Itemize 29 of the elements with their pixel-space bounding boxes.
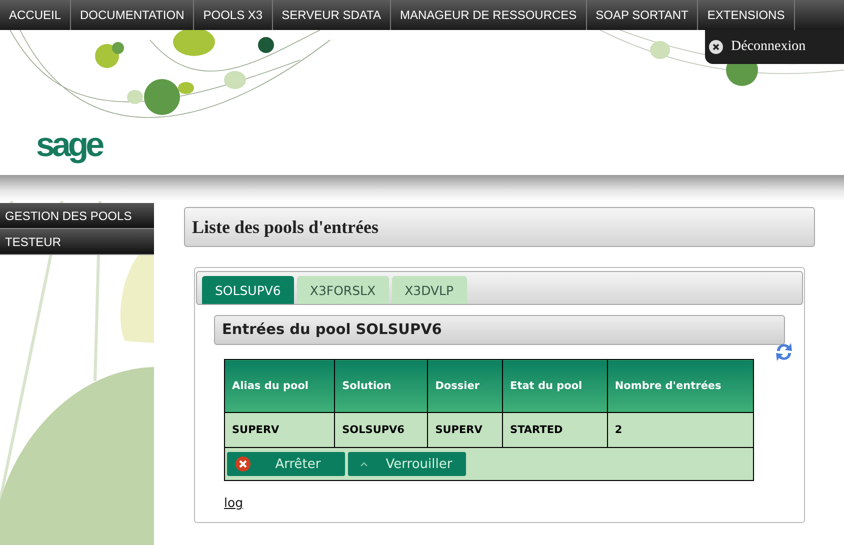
stop-button[interactable]: Arrêter — [227, 452, 345, 476]
tab[interactable]: SOLSUPV6 — [202, 276, 294, 304]
tab[interactable]: X3FORSLX — [296, 276, 389, 304]
close-icon — [709, 40, 723, 54]
column-header: Dossier — [428, 360, 503, 412]
column-header: Etat du pool — [502, 360, 608, 412]
table-cell: SOLSUPV6 — [334, 412, 428, 448]
table-cell: STARTED — [502, 412, 608, 448]
column-header: Solution — [334, 360, 428, 412]
log-link[interactable]: log — [224, 495, 244, 510]
table-cell: SUPERV — [224, 412, 335, 448]
close-icon — [235, 456, 251, 472]
logo: sage — [36, 128, 102, 162]
page-title: Liste des pools d'entrées — [184, 207, 815, 247]
nav-item[interactable]: SOAP SORTANT — [586, 0, 698, 30]
table-cell: SUPERV — [428, 412, 503, 448]
lock-button[interactable]: Verrouiller — [348, 452, 466, 476]
sidebar-item[interactable]: GESTION DES POOLS — [0, 203, 154, 229]
logout-button[interactable]: Déconnexion — [705, 30, 844, 64]
table-cell: 2 — [607, 412, 754, 448]
refresh-icon[interactable] — [774, 341, 794, 363]
column-header: Alias du pool — [224, 360, 335, 412]
nav-item[interactable]: SERVEUR SDATA — [272, 0, 391, 30]
section-title: Entrées du pool SOLSUPV6 — [214, 315, 785, 345]
tab[interactable]: X3DVLP — [392, 276, 467, 304]
column-header: Nombre d'entrées — [607, 360, 754, 412]
nav-item[interactable]: MANAGEUR DE RESSOURCES — [390, 0, 587, 30]
nav-item[interactable]: ACCUEIL — [0, 0, 72, 30]
sidebar-item[interactable]: TESTEUR — [0, 229, 154, 255]
